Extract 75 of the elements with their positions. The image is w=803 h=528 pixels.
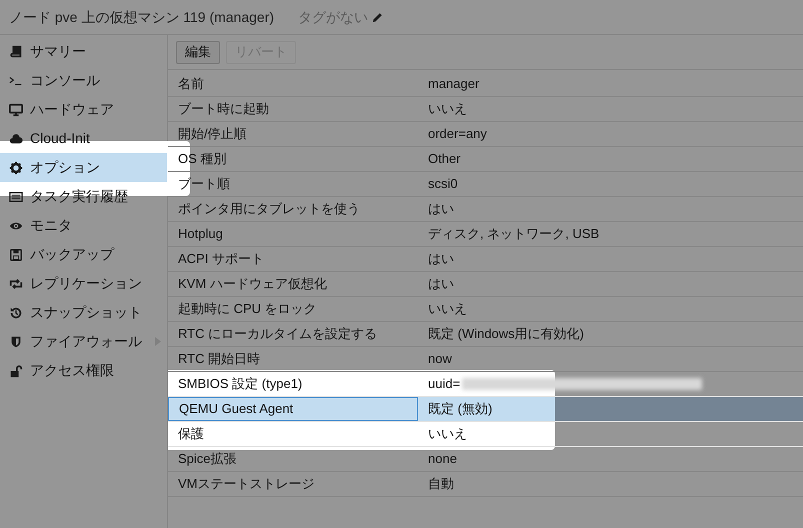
- sidebar-item[interactable]: バックアップ: [0, 240, 167, 269]
- unlock-icon: [9, 364, 23, 378]
- table-row[interactable]: VMステートストレージ 自動: [168, 472, 803, 497]
- name-cell-text: Hotplug: [177, 225, 224, 244]
- value-cell-text: はい: [428, 200, 454, 218]
- name-cell-text: ポインタ用にタブレットを使う: [177, 200, 361, 218]
- shield-icon: [9, 334, 23, 348]
- gear-icon: [9, 160, 23, 174]
- table-row[interactable]: 起動時に CPU をロック いいえ: [168, 297, 803, 322]
- table-row[interactable]: ブート順 scsi0: [168, 172, 803, 197]
- table-row[interactable]: ブート時に起動 いいえ: [168, 97, 803, 122]
- name-cell-text: 開始/停止順: [177, 125, 248, 144]
- table-row[interactable]: 開始/停止順 order=any: [168, 122, 803, 147]
- tags-label: タグがない: [298, 8, 368, 26]
- value-cell-text: manager: [428, 75, 480, 94]
- name-cell-text: KVM ハードウェア仮想化: [177, 275, 328, 294]
- table-row[interactable]: RTC にローカルタイムを設定する 既定 (Windows用に有効化): [168, 322, 803, 347]
- name-cell: QEMU Guest Agent: [168, 397, 418, 421]
- sidebar-item[interactable]: オプション: [0, 153, 167, 182]
- value-cell-text: ディスク, ネットワーク, USB: [428, 225, 600, 244]
- table-row[interactable]: ACPI サポート はい: [168, 247, 803, 272]
- name-cell-text: 名前: [177, 75, 205, 94]
- value-cell-text: order=any: [428, 125, 487, 144]
- name-cell-text: 保護: [177, 425, 205, 444]
- book-icon: [9, 44, 23, 58]
- table-row[interactable]: ポインタ用にタブレットを使う はい: [168, 197, 803, 222]
- history-icon: [9, 306, 23, 320]
- table-row[interactable]: SMBIOS 設定 (type1) uuid=: [168, 372, 803, 397]
- table-row[interactable]: QEMU Guest Agent 既定 (無効): [168, 397, 803, 422]
- table-row[interactable]: Hotplug ディスク, ネットワーク, USB: [168, 222, 803, 247]
- cloud-icon: [9, 132, 23, 146]
- name-cell-text: ブート時に起動: [177, 100, 270, 118]
- window-title: ノード pve 上の仮想マシン 119 (manager): [9, 8, 274, 27]
- value-cell-text: はい: [428, 275, 454, 294]
- table-row[interactable]: 保護 いいえ: [168, 422, 803, 447]
- name-cell-text: OS 種別: [177, 150, 228, 168]
- sidebar-item[interactable]: サマリー: [0, 37, 167, 66]
- monitor-icon: [9, 102, 23, 116]
- value-cell-text: scsi0: [428, 175, 458, 194]
- name-cell-text: VMステートストレージ: [177, 475, 316, 494]
- value-cell-text: はい: [428, 250, 454, 268]
- value-cell-text: 既定 (無効): [428, 400, 492, 418]
- table-row[interactable]: 名前 manager: [168, 72, 803, 97]
- name-cell-text: SMBIOS 設定 (type1): [177, 375, 304, 394]
- table-row[interactable]: RTC 開始日時 now: [168, 347, 803, 372]
- sidebar-item[interactable]: モニタ: [0, 211, 167, 240]
- value-cell-text: いいえ: [428, 425, 467, 444]
- pencil-icon[interactable]: [372, 12, 384, 22]
- name-cell-text: RTC にローカルタイムを設定する: [177, 325, 378, 344]
- sidebar-item[interactable]: ファイアウォール: [0, 327, 167, 356]
- value-cell-text: Other: [428, 150, 461, 168]
- name-cell-text: ブート順: [177, 175, 231, 194]
- value-cell-text: 自動: [428, 475, 454, 494]
- floppy-icon: [9, 248, 23, 262]
- table-row[interactable]: KVM ハードウェア仮想化 はい: [168, 272, 803, 297]
- table-row[interactable]: OS 種別 Other: [168, 147, 803, 172]
- value-cell-text: now: [428, 350, 452, 368]
- name-cell-text: 起動時に CPU をロック: [177, 300, 318, 318]
- list-icon: [9, 190, 23, 204]
- edit-button[interactable]: 編集: [176, 40, 220, 64]
- table-row[interactable]: Spice拡張 none: [168, 447, 803, 472]
- value-cell-text: いいえ: [428, 100, 467, 118]
- sidebar-item[interactable]: スナップショット: [0, 298, 167, 327]
- sidebar-item[interactable]: レプリケーション: [0, 269, 167, 298]
- name-cell-text: Spice拡張: [177, 450, 238, 468]
- sidebar-item[interactable]: コンソール: [0, 66, 167, 95]
- name-cell-text: RTC 開始日時: [177, 350, 262, 368]
- value-cell-text: uuid=: [428, 375, 460, 394]
- value-cell-text: 既定 (Windows用に有効化): [428, 325, 584, 344]
- name-cell-text: ACPI サポート: [177, 250, 265, 268]
- repeat-icon: [9, 276, 23, 290]
- sidebar-item[interactable]: アクセス権限: [0, 356, 167, 385]
- value-cell-text: いいえ: [428, 300, 467, 318]
- sidebar-item[interactable]: ハードウェア: [0, 95, 167, 124]
- value-cell-text: none: [428, 450, 457, 468]
